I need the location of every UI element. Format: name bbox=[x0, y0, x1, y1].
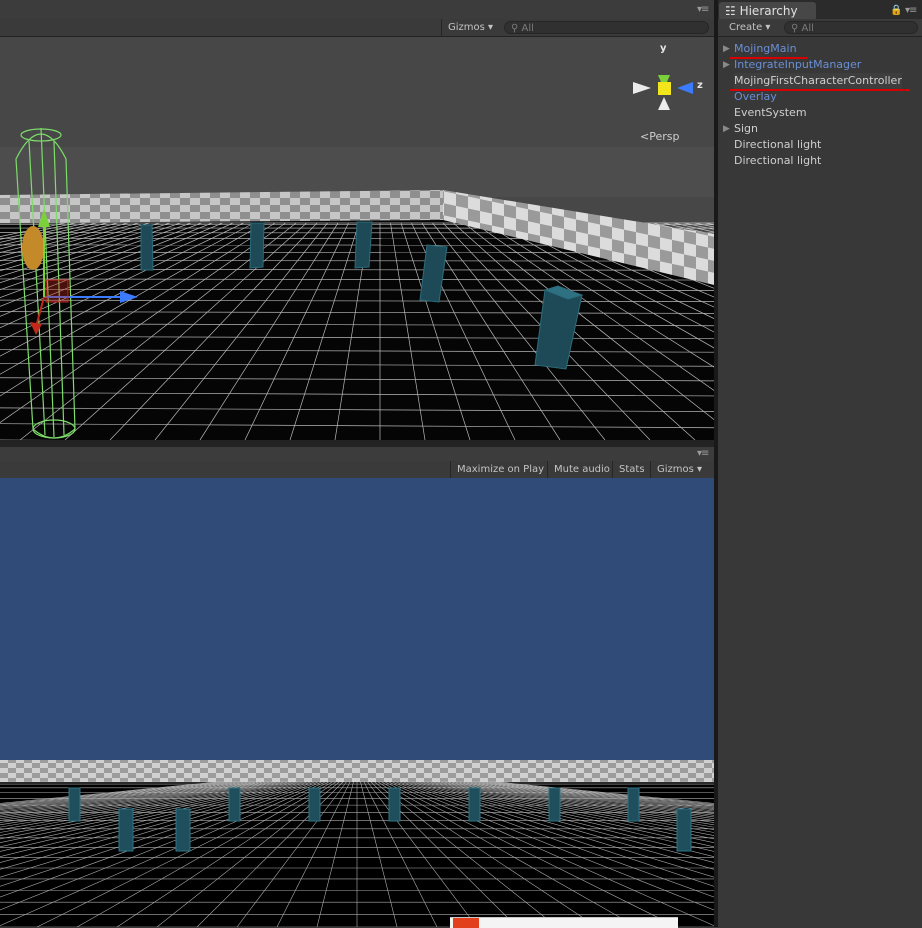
game-panel-menu-icon[interactable]: ▾≡ bbox=[697, 448, 708, 459]
stats-label: Stats bbox=[619, 464, 645, 475]
search-icon: ⚲ bbox=[791, 23, 798, 34]
stats-toggle[interactable]: Stats bbox=[612, 461, 651, 478]
back-wall bbox=[0, 190, 443, 223]
lock-icon[interactable]: 🔒 bbox=[890, 5, 902, 16]
hierarchy-item[interactable]: Overlay bbox=[734, 89, 777, 105]
scene-tab-bar: ▾≡ bbox=[0, 0, 714, 19]
hierarchy-tab-bar: ☷ Hierarchy 🔒 ▾≡ bbox=[718, 0, 922, 19]
hierarchy-item[interactable]: Directional light bbox=[734, 137, 821, 153]
axis-z-label: z bbox=[697, 80, 703, 91]
hierarchy-item[interactable]: EventSystem bbox=[734, 105, 807, 121]
hierarchy-icon: ☷ bbox=[725, 4, 740, 18]
game-tab-bar: ▾≡ bbox=[0, 447, 714, 461]
expand-arrow-icon[interactable]: ▶ bbox=[723, 41, 730, 57]
scene-viewport[interactable]: y z <Persp bbox=[0, 37, 714, 440]
scene-3d-render bbox=[0, 37, 714, 440]
create-dropdown[interactable]: Create ▾ bbox=[723, 19, 776, 36]
hierarchy-list: ▶MojingMain▶IntegrateInputManagerMojingF… bbox=[718, 37, 922, 927]
mute-audio-toggle[interactable]: Mute audio bbox=[547, 461, 616, 478]
expand-arrow-icon[interactable]: ▶ bbox=[723, 57, 730, 73]
scene-gizmos-label: Gizmos bbox=[448, 22, 485, 33]
scene-search-placeholder: All bbox=[522, 23, 534, 34]
scene-toolbar: Gizmos ▾ ⚲ All bbox=[0, 19, 714, 37]
hierarchy-item[interactable]: Sign bbox=[734, 121, 758, 137]
game-viewport[interactable] bbox=[0, 478, 714, 927]
hierarchy-item[interactable]: IntegrateInputManager bbox=[734, 57, 861, 73]
game-back-wall bbox=[0, 760, 714, 782]
maximize-on-play-toggle[interactable]: Maximize on Play bbox=[450, 461, 550, 478]
tab-hierarchy[interactable]: ☷ Hierarchy bbox=[719, 2, 816, 19]
view-splitter[interactable] bbox=[0, 440, 714, 447]
hierarchy-search-input[interactable]: ⚲ All bbox=[784, 21, 918, 34]
hierarchy-search-placeholder: All bbox=[802, 23, 814, 34]
hierarchy-title: Hierarchy bbox=[740, 4, 798, 18]
hierarchy-item[interactable]: MojingMain bbox=[734, 41, 797, 57]
scene-gizmos-dropdown[interactable]: Gizmos ▾ bbox=[441, 19, 499, 36]
persp-icon: < bbox=[640, 130, 649, 143]
game-gizmos-dropdown[interactable]: Gizmos ▾ bbox=[650, 461, 708, 478]
create-label: Create bbox=[729, 22, 762, 33]
sky bbox=[0, 478, 714, 760]
hierarchy-item[interactable]: Directional light bbox=[734, 153, 821, 169]
game-toolbar: Maximize on Play Mute audio Stats Gizmos… bbox=[0, 461, 714, 479]
taskbar-popup bbox=[450, 917, 678, 928]
hierarchy-menu-icon[interactable]: ▾≡ bbox=[905, 5, 916, 16]
projection-toggle[interactable]: <Persp bbox=[640, 130, 679, 143]
axis-y-label: y bbox=[660, 43, 667, 54]
search-icon: ⚲ bbox=[511, 23, 518, 34]
scene-panel-menu-icon[interactable]: ▾≡ bbox=[697, 4, 708, 15]
scene-search-input[interactable]: ⚲ All bbox=[504, 21, 709, 34]
persp-label: Persp bbox=[649, 130, 679, 143]
expand-arrow-icon[interactable]: ▶ bbox=[723, 121, 730, 137]
hierarchy-toolbar: Create ▾ ⚲ All bbox=[718, 19, 922, 37]
mute-label: Mute audio bbox=[554, 464, 610, 475]
hierarchy-item[interactable]: MojingFirstCharacterController bbox=[734, 73, 902, 89]
game-gizmos-label: Gizmos bbox=[657, 464, 694, 475]
maximize-label: Maximize on Play bbox=[457, 464, 544, 475]
game-3d-render bbox=[0, 478, 714, 927]
